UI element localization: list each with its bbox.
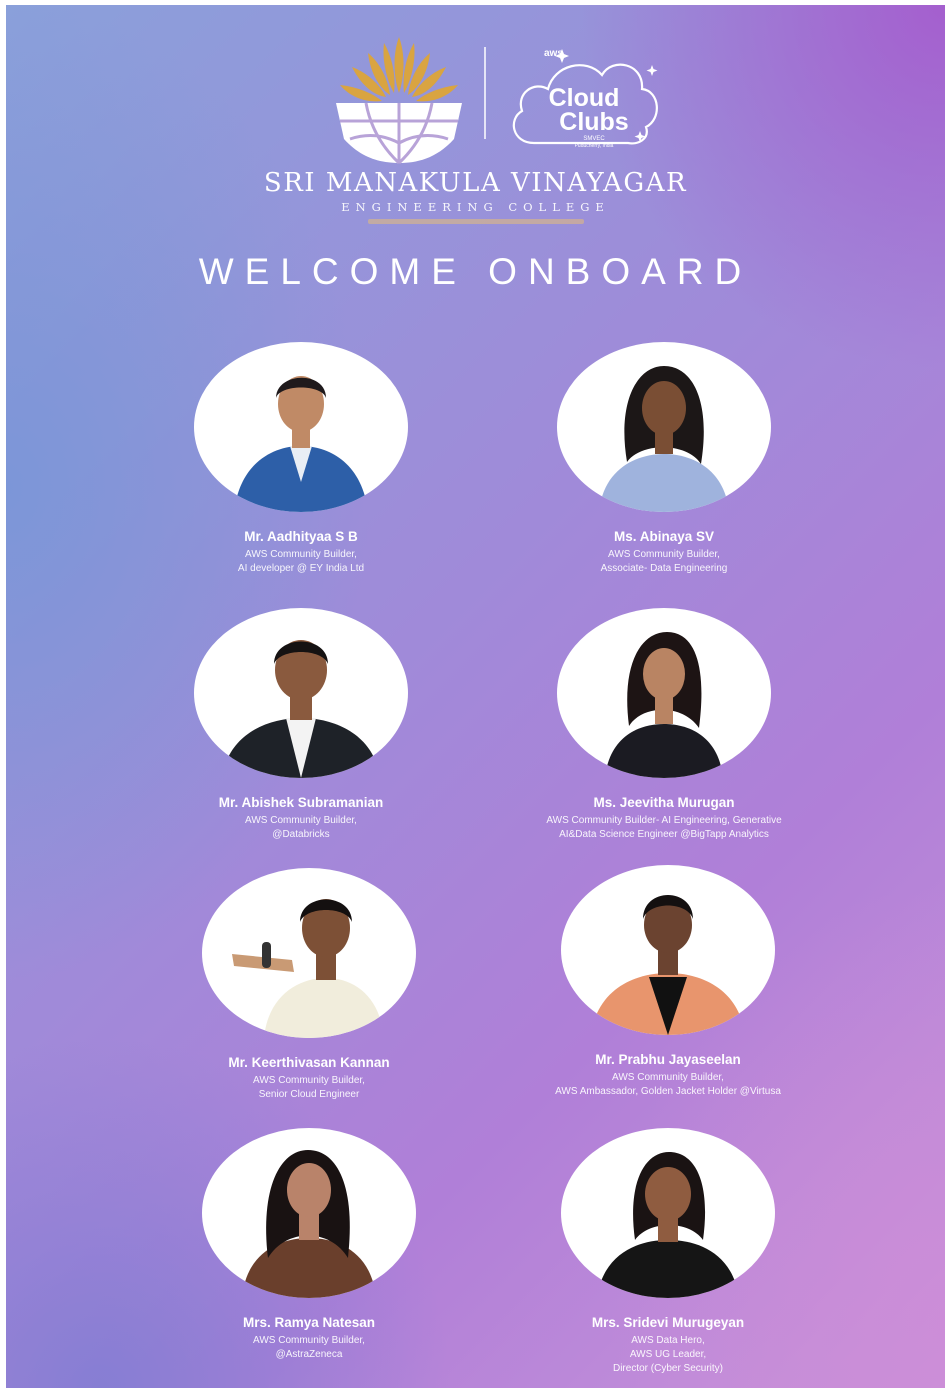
speaker-name: Mr. Prabhu Jayaseelan <box>595 1052 741 1067</box>
poster: aws Cloud Clubs SMVEC Puducherry, India … <box>6 5 945 1388</box>
speaker-photo <box>557 342 771 512</box>
welcome-headline: WELCOME ONBOARD <box>198 251 753 292</box>
person-avatar-icon <box>242 1150 376 1298</box>
speaker-role-line: @AstraZeneca <box>275 1349 343 1360</box>
college-subtitle: ENGINEERING COLLEGE <box>341 200 610 214</box>
college-tagline-bar <box>368 219 584 224</box>
speaker-name: Mrs. Ramya Natesan <box>242 1315 376 1330</box>
speaker-card: Ms. Jeevitha Murugan AWS Community Build… <box>499 608 829 842</box>
person-avatar-icon <box>597 1152 739 1298</box>
speaker-role: AWS Community Builder, AWS Ambassador, G… <box>503 1071 833 1099</box>
speaker-photo <box>561 1128 775 1298</box>
speaker-card: Mrs. Sridevi Murugeyan AWS Data Hero, AW… <box>503 1128 833 1376</box>
speaker-name: Mrs. Sridevi Murugeyan <box>591 1315 745 1330</box>
speaker-role: AWS Community Builder, @AstraZeneca <box>144 1334 474 1362</box>
cloud-clubs-line3: SMVEC <box>583 136 605 142</box>
speaker-card: Mr. Aadhityaa S B AWS Community Builder,… <box>136 342 466 576</box>
cloud-clubs-logo: aws Cloud Clubs SMVEC Puducherry, India <box>504 35 664 157</box>
speaker-role-line: AWS Community Builder, <box>612 1072 724 1083</box>
speaker-role-line: AI&Data Science Engineer @BigTapp Analyt… <box>559 829 769 840</box>
speaker-photo <box>202 1128 416 1298</box>
speaker-role: AWS Community Builder, AI developer @ EY… <box>136 548 466 576</box>
speaker-role-line: AWS Community Builder, <box>253 1335 365 1346</box>
speaker-role-line: AWS Community Builder, <box>608 549 720 560</box>
speaker-name: Mr. Aadhityaa S B <box>244 529 358 544</box>
speaker-card: Mr. Abishek Subramanian AWS Community Bu… <box>136 608 466 842</box>
speaker-role: AWS Community Builder, Senior Cloud Engi… <box>144 1074 474 1102</box>
person-avatar-icon <box>232 899 384 1038</box>
college-emblem-logo <box>336 37 462 165</box>
speaker-role-line: AWS Community Builder- AI Engineering, G… <box>546 815 782 826</box>
speaker-photo <box>194 608 408 778</box>
college-name: SRI MANAKULA VINAYAGAR <box>263 168 688 198</box>
speaker-role-line: AWS Community Builder, <box>245 549 357 560</box>
person-avatar-icon <box>234 376 368 512</box>
speaker-role-line: AWS Ambassador, Golden Jacket Holder @Vi… <box>555 1086 781 1097</box>
speaker-photo <box>561 865 775 1035</box>
speaker-role: AWS Community Builder, Associate- Data E… <box>499 548 829 576</box>
speaker-card: Mrs. Ramya Natesan AWS Community Builder… <box>144 1128 474 1362</box>
cloud-clubs-line4: Puducherry, India <box>574 143 614 149</box>
speaker-role-line: Associate- Data Engineering <box>600 563 728 574</box>
speaker-name: Mr. Keerthivasan Kannan <box>228 1055 390 1070</box>
speaker-name: Ms. Jeevitha Murugan <box>593 795 735 810</box>
speaker-role-line: AWS UG Leader, <box>629 1349 707 1360</box>
speaker-card: Mr. Keerthivasan Kannan AWS Community Bu… <box>144 868 474 1102</box>
speaker-photo <box>202 868 416 1038</box>
speaker-role-line: Director (Cyber Security) <box>612 1363 724 1374</box>
speaker-role-line: AWS Community Builder, <box>245 815 357 826</box>
aws-brand-text: aws <box>544 48 563 59</box>
speaker-name: Mr. Abishek Subramanian <box>218 795 384 810</box>
speaker-role: AWS Data Hero, AWS UG Leader, Director (… <box>503 1334 833 1376</box>
speaker-role-line: Senior Cloud Engineer <box>258 1089 360 1100</box>
speaker-role-line: AWS Data Hero, <box>631 1335 705 1346</box>
speaker-name: Ms. Abinaya SV <box>613 529 715 544</box>
speaker-role-line: AWS Community Builder, <box>253 1075 365 1086</box>
speaker-card: Ms. Abinaya SV AWS Community Builder, As… <box>499 342 829 576</box>
speaker-card: Mr. Prabhu Jayaseelan AWS Community Buil… <box>503 865 833 1099</box>
speaker-role-line: AI developer @ EY India Ltd <box>237 563 365 574</box>
person-avatar-icon <box>599 366 729 512</box>
speaker-role: AWS Community Builder, @Databricks <box>136 814 466 842</box>
speaker-photo <box>194 342 408 512</box>
cloud-clubs-line2: Clubs <box>559 108 629 136</box>
person-avatar-icon <box>222 640 380 778</box>
speaker-photo <box>557 608 771 778</box>
logo-row: aws Cloud Clubs SMVEC Puducherry, India <box>6 35 945 165</box>
person-avatar-icon <box>605 632 723 778</box>
speaker-role-line: @Databricks <box>272 829 330 840</box>
speaker-role: AWS Community Builder- AI Engineering, G… <box>499 814 829 842</box>
logo-divider <box>484 47 486 139</box>
person-avatar-icon <box>591 895 745 1035</box>
